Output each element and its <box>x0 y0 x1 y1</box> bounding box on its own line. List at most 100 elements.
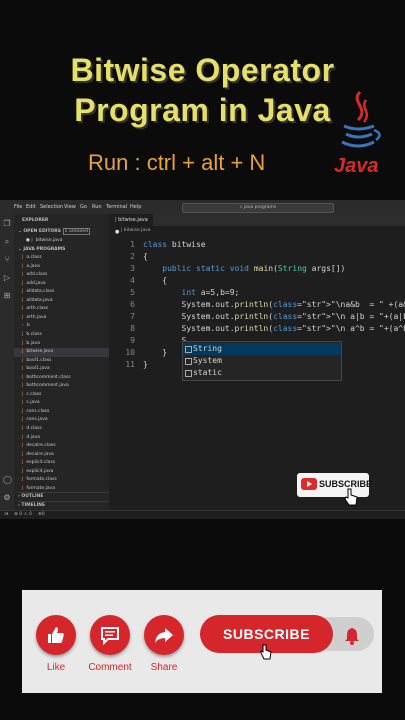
file-item[interactable]: Jexplicit.class <box>14 459 117 468</box>
menu-edit[interactable]: Edit <box>26 204 36 210</box>
share-caption: Share <box>150 662 178 673</box>
file-item[interactable]: Ja.java <box>14 263 117 272</box>
line-number: 9 <box>130 336 135 345</box>
subscribe-sticker[interactable]: SUBSCRIBE <box>297 473 372 497</box>
suggestion-item[interactable]: String <box>183 343 341 355</box>
unsaved-badge: 1 unsaved <box>62 228 90 235</box>
java-file-icon: J <box>22 263 24 269</box>
file-item[interactable]: Jadd.class <box>14 271 117 280</box>
menu-selection[interactable]: Selection <box>40 204 63 210</box>
bell-icon[interactable] <box>344 627 360 645</box>
explorer-sidebar: EXPLORER ⌄ OPEN EDITORS 1 unsaved ● Jbit… <box>14 214 117 510</box>
file-item[interactable]: Jb.class <box>14 331 117 340</box>
menu-terminal[interactable]: Terminal <box>106 204 127 210</box>
file-item[interactable]: Jdecalre.java <box>14 451 117 460</box>
code-line[interactable]: S <box>143 336 187 345</box>
code-line[interactable]: { <box>143 276 167 285</box>
java-file-icon: J <box>22 280 24 286</box>
extensions-icon[interactable]: ⊞ <box>3 292 11 300</box>
source-control-icon[interactable]: ⑂ <box>3 256 11 264</box>
comment-button[interactable] <box>90 615 130 655</box>
open-editors-header[interactable]: ⌄ OPEN EDITORS 1 unsaved <box>18 228 90 237</box>
file-item[interactable]: Ja.class <box>14 254 117 263</box>
java-logo-text: Java <box>334 155 379 177</box>
file-item[interactable]: Jformate.class <box>14 476 117 485</box>
account-icon[interactable]: ◯ <box>3 476 12 484</box>
status-bar: ⋊ ⊗ 0 ⚠ 0 ⊕0 <box>0 510 405 519</box>
menu-help[interactable]: Help <box>130 204 141 210</box>
suggestion-item[interactable]: static <box>183 367 341 379</box>
file-item[interactable]: Jbool1.class <box>14 357 117 366</box>
line-number: 5 <box>130 288 135 297</box>
share-button[interactable] <box>144 615 184 655</box>
menu-go[interactable]: Go <box>80 204 87 210</box>
run-debug-icon[interactable]: ▷ <box>3 274 11 282</box>
video-title-line-1: Bitwise Operator <box>70 52 335 88</box>
java-file-icon: J <box>22 297 24 303</box>
line-number: 7 <box>130 312 135 321</box>
line-number: 3 <box>130 264 135 273</box>
java-logo-icon: Java <box>334 90 381 177</box>
code-line[interactable]: } <box>143 360 148 369</box>
line-number: 6 <box>130 300 135 309</box>
hand-cursor-icon <box>260 644 272 660</box>
settings-gear-icon[interactable]: ⚙ <box>3 494 11 502</box>
file-item[interactable]: Jdecalre.class <box>14 442 117 451</box>
file-item[interactable]: Jalldata.java <box>14 297 117 306</box>
file-item[interactable]: Jexplicit.java <box>14 468 117 477</box>
search-icon[interactable]: ⌕ <box>3 238 11 246</box>
file-item[interactable]: Jarth.java <box>14 314 117 323</box>
java-file-icon: J <box>22 306 24 312</box>
code-line[interactable]: class bitwise <box>143 240 206 249</box>
file-item[interactable]: Jd.java <box>14 434 117 443</box>
code-line[interactable]: { <box>143 252 148 261</box>
explorer-header: EXPLORER <box>22 218 49 223</box>
file-item[interactable]: Jbothcomment.class <box>14 374 117 383</box>
menu-file[interactable]: File <box>14 204 22 210</box>
java-file-icon: J <box>22 314 24 320</box>
menu-run[interactable]: Run <box>92 204 102 210</box>
code-line[interactable]: int a=5,b=9; <box>143 288 240 297</box>
comment-caption: Comment <box>88 662 132 673</box>
code-line[interactable]: System.out.println(class="str">"\n a^b =… <box>143 324 405 333</box>
breadcrumb[interactable]: J bitwise.java <box>109 226 405 236</box>
comment-icon <box>101 627 119 645</box>
java-file-icon: J <box>22 340 24 346</box>
java-file-icon: J <box>22 272 24 278</box>
files-icon[interactable]: ❐ <box>3 220 11 228</box>
command-search-input[interactable]: ⌕ java programs <box>182 203 334 213</box>
file-item[interactable]: Jc.java <box>14 399 117 408</box>
file-item[interactable]: Jd.class <box>14 425 117 434</box>
code-line[interactable]: public static void main(String args[]) <box>143 264 345 273</box>
file-item[interactable]: Jbothcomment.java <box>14 382 117 391</box>
ports-status[interactable]: ⊕0 <box>38 512 45 517</box>
file-item[interactable]: Jarth.class <box>14 305 117 314</box>
file-item[interactable]: Jc.class <box>14 391 117 400</box>
editor-tabs: J bitwise.java ● <box>109 214 405 235</box>
code-line[interactable]: System.out.println(class="str">"\na&b = … <box>143 300 405 309</box>
like-caption: Like <box>46 662 66 673</box>
open-editor-item[interactable]: ● Jbitwise.java <box>26 237 121 246</box>
java-file-icon: J <box>22 485 24 491</box>
remote-icon[interactable]: ⋊ <box>4 512 9 517</box>
file-item[interactable]: Jalldata.class <box>14 288 117 297</box>
file-item[interactable]: Jcons.class <box>14 408 117 417</box>
java-file-icon: J <box>22 357 24 363</box>
code-line[interactable]: } <box>143 348 167 357</box>
file-item[interactable]: › b <box>14 322 117 331</box>
java-file-icon: J <box>22 374 24 380</box>
java-file-icon: J <box>22 391 24 397</box>
file-item[interactable]: Jbitwise.java <box>14 348 117 357</box>
file-item[interactable]: Jbool1.java <box>14 365 117 374</box>
file-item[interactable]: Jb.java <box>14 340 117 349</box>
suggestion-item[interactable]: System <box>183 355 341 367</box>
code-line[interactable]: System.out.println(class="str">"\n a|b =… <box>143 312 405 321</box>
symbol-icon <box>185 346 192 353</box>
file-item[interactable]: Jadd.java <box>14 280 117 289</box>
file-item[interactable]: Jcons.java <box>14 416 117 425</box>
run-shortcut-hint: Run : ctrl + alt + N <box>88 150 266 175</box>
menu-view[interactable]: View <box>64 204 76 210</box>
problems-status[interactable]: ⊗ 0 ⚠ 0 <box>14 512 32 517</box>
like-button[interactable] <box>36 615 76 655</box>
tab-bitwise-java[interactable]: J bitwise.java ● <box>109 214 153 235</box>
